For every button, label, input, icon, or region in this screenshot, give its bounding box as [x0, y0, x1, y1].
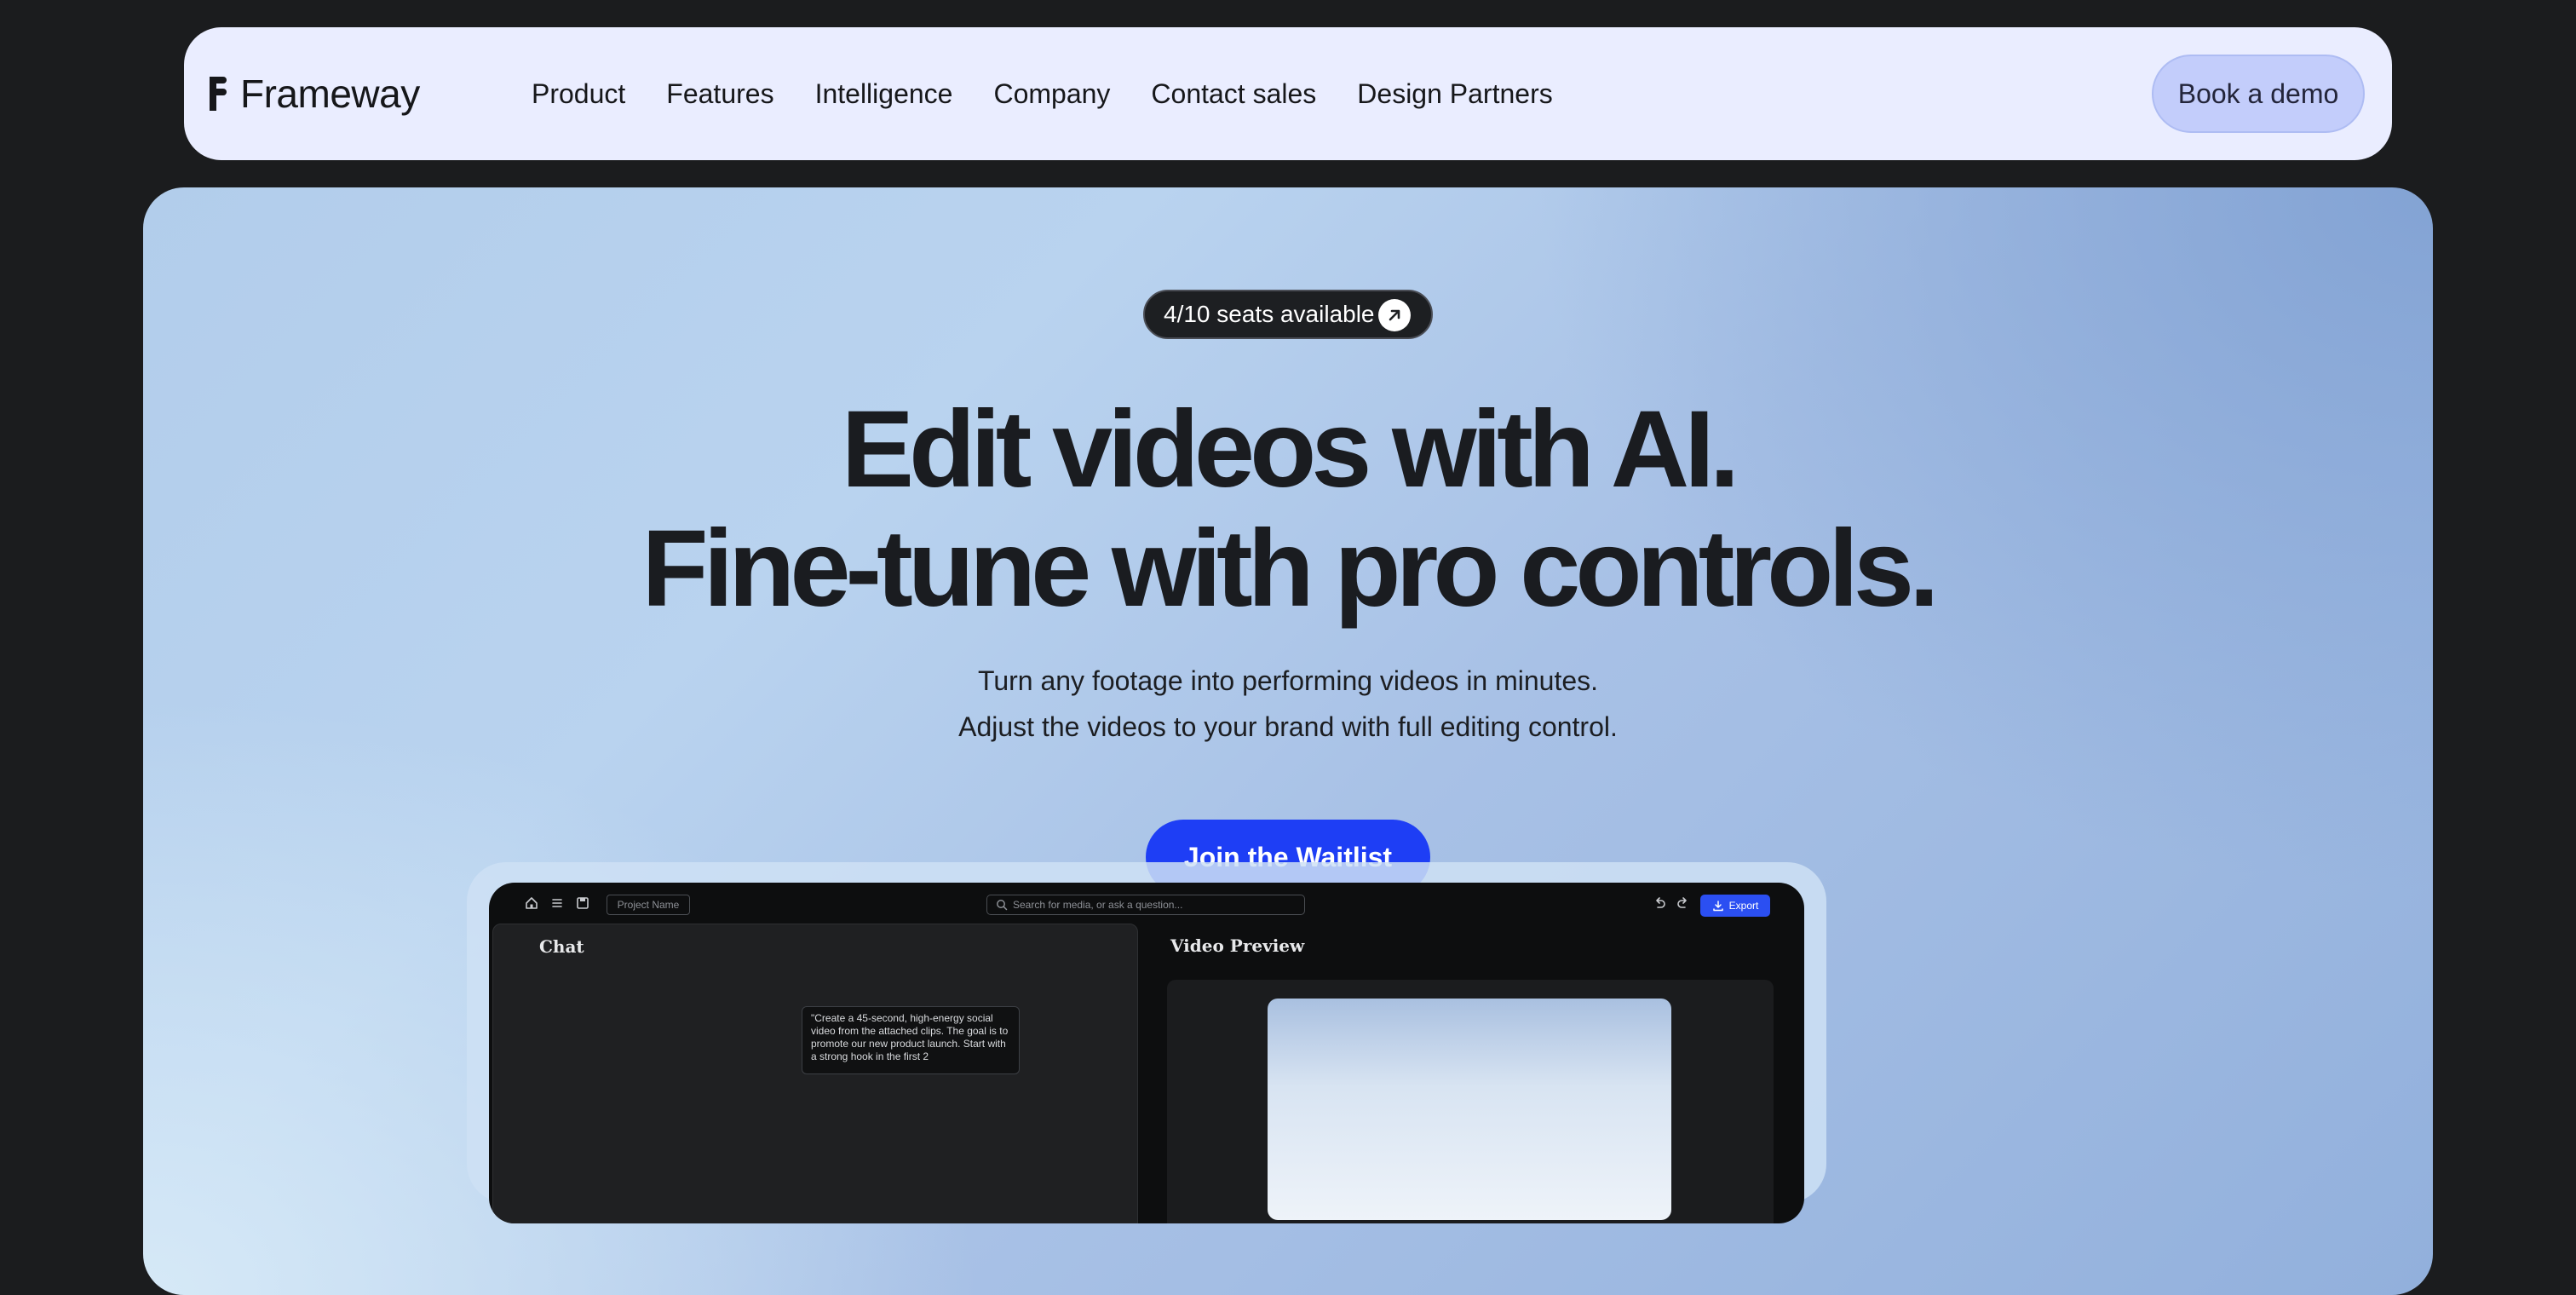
seats-available-text: 4/10 seats available [1164, 301, 1375, 327]
hero-subtitle-line1: Turn any footage into performing videos … [977, 665, 1599, 696]
logo[interactable]: Frameway [210, 70, 420, 118]
nav-link-intelligence[interactable]: Intelligence [815, 78, 953, 110]
download-icon [1712, 901, 1723, 912]
home-icon[interactable] [523, 895, 540, 912]
book-demo-button[interactable]: Book a demo [2152, 55, 2365, 133]
chat-prompt-bubble: "Create a 45-second, high-energy social … [802, 1006, 1020, 1074]
top-nav: Frameway Product Features Intelligence C… [184, 27, 2392, 160]
undo-icon[interactable] [1651, 895, 1668, 912]
save-icon[interactable] [574, 895, 591, 912]
export-label: Export [1728, 900, 1759, 912]
redo-icon[interactable] [1675, 895, 1692, 912]
search-icon [997, 900, 1008, 911]
video-preview-frame[interactable] [1268, 999, 1671, 1220]
video-preview-title: Video Preview [1170, 935, 1305, 956]
search-placeholder: Search for media, or ask a question... [1013, 899, 1183, 911]
app-preview-screen: Project Name Search for media, or ask a … [489, 883, 1804, 1223]
arrow-up-right-icon [1378, 299, 1411, 331]
chat-title: Chat [539, 936, 584, 957]
hero-subtitle-line2: Adjust the videos to your brand with ful… [958, 711, 1618, 742]
nav-link-contact-sales[interactable]: Contact sales [1151, 78, 1316, 110]
chat-panel: Chat "Create a 45-second, high-energy so… [492, 924, 1138, 1223]
project-name-field[interactable]: Project Name [607, 895, 690, 915]
nav-link-company[interactable]: Company [993, 78, 1110, 110]
hero-headline-line2: Fine-tune with pro controls. [641, 508, 1939, 630]
nav-links: Product Features Intelligence Company Co… [532, 27, 1553, 160]
media-search-input[interactable]: Search for media, or ask a question... [986, 895, 1305, 915]
nav-link-design-partners[interactable]: Design Partners [1357, 78, 1552, 110]
logo-mark-icon [210, 77, 228, 111]
menu-icon[interactable] [549, 895, 566, 912]
video-preview-panel [1167, 980, 1774, 1223]
export-button[interactable]: Export [1700, 895, 1770, 917]
nav-link-features[interactable]: Features [666, 78, 773, 110]
nav-link-product[interactable]: Product [532, 78, 625, 110]
hero-headline-line1: Edit videos with AI. [841, 388, 1740, 510]
seats-available-badge[interactable]: 4/10 seats available [1143, 290, 1433, 339]
logo-text: Frameway [240, 72, 420, 116]
